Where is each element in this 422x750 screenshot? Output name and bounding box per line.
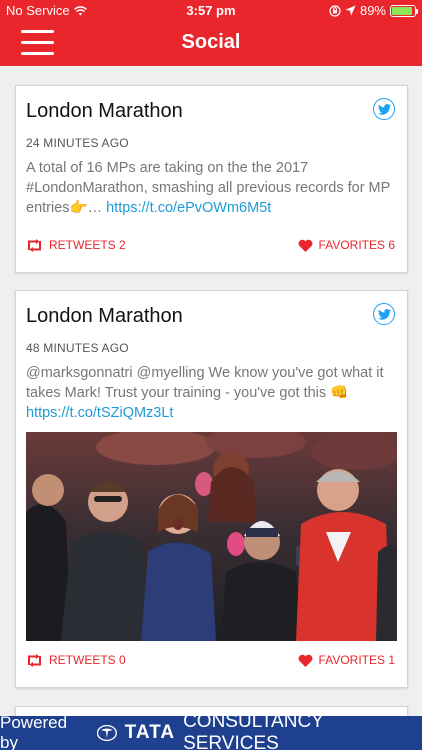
twitter-bird-icon — [377, 308, 391, 320]
tweet-actions: RETWEETS 0 FAVORITES 1 — [26, 653, 395, 673]
powered-by-label: Powered by — [0, 713, 68, 750]
tata-logo-icon — [96, 725, 117, 741]
tweet-actions: RETWEETS 2 FAVORITES 6 — [26, 238, 395, 258]
tweet-title: London Marathon — [26, 305, 183, 327]
powered-by-banner: Powered by TATA CONSULTANCY SERVICES — [0, 711, 422, 750]
tweet-timestamp: 24 MINUTES AGO — [26, 136, 129, 150]
retweet-button[interactable]: RETWEETS 0 — [26, 653, 126, 667]
tweet-card[interactable]: London Marathon 48 MINUTES AGO @marksgon… — [15, 290, 408, 688]
tweet-link[interactable]: https://t.co/ePvOWm6M5t — [106, 200, 271, 216]
battery-percent: 89% — [359, 3, 386, 18]
crowd-photo — [26, 432, 397, 641]
twitter-bird-icon — [377, 103, 391, 115]
orientation-lock-icon — [329, 4, 341, 17]
tweet-title: London Marathon — [26, 100, 183, 122]
battery-level — [392, 6, 412, 15]
favorite-button[interactable]: FAVORITES 1 — [298, 653, 395, 667]
retweet-count: RETWEETS 0 — [49, 653, 126, 667]
tweet-feed[interactable]: London Marathon 24 MINUTES AGO A total o… — [0, 66, 422, 716]
location-arrow-icon — [345, 5, 356, 16]
tweet-body: @marksgonnatri @myelling We know you've … — [26, 365, 384, 401]
retweet-count: RETWEETS 2 — [49, 238, 126, 252]
tweet-timestamp: 48 MINUTES AGO — [26, 341, 129, 355]
tweet-photo[interactable] — [26, 432, 397, 641]
app-header: No Service 3:57 pm 89% Social — [0, 0, 422, 66]
status-bar: No Service 3:57 pm 89% — [0, 0, 422, 22]
twitter-icon[interactable] — [373, 303, 395, 325]
status-right: 89% — [329, 3, 418, 18]
nav-bar: Social — [0, 22, 422, 66]
tweet-link[interactable]: https://t.co/tSZiQMz3Lt — [26, 405, 173, 421]
tweet-card[interactable]: London Marathon 24 MINUTES AGO A total o… — [15, 85, 408, 273]
battery-icon — [390, 4, 418, 17]
tata-brand: TATA — [124, 722, 176, 743]
retweet-icon — [28, 238, 41, 252]
retweet-button[interactable]: RETWEETS 2 — [26, 238, 126, 252]
retweet-icon — [28, 653, 41, 667]
tweet-text: @marksgonnatri @myelling We know you've … — [26, 363, 395, 423]
favorite-button[interactable]: FAVORITES 6 — [298, 238, 395, 252]
page-title: Social — [181, 31, 241, 53]
heart-icon — [298, 239, 312, 252]
heart-icon — [298, 654, 312, 667]
company-name: CONSULTANCY SERVICES — [183, 711, 324, 750]
favorite-count: FAVORITES 1 — [318, 653, 395, 667]
twitter-icon[interactable] — [373, 98, 395, 120]
tweet-text: A total of 16 MPs are taking on the the … — [26, 158, 395, 218]
favorite-count: FAVORITES 6 — [318, 238, 395, 252]
